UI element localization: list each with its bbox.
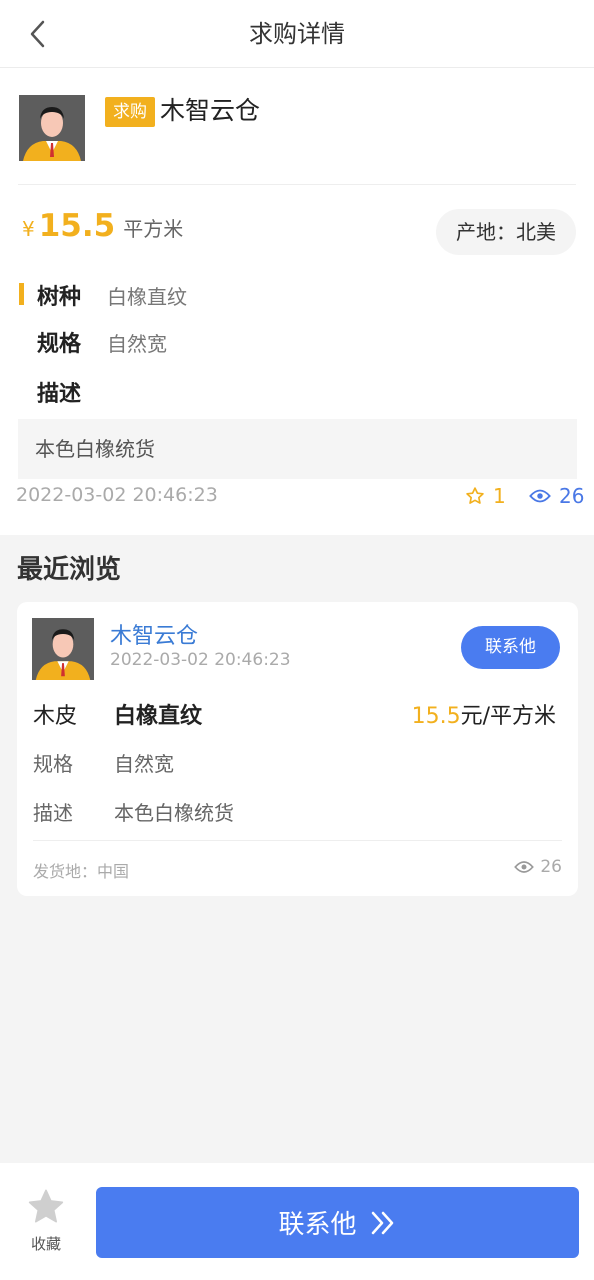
attr-label-spec: 规格 — [37, 332, 82, 357]
price-unit: 平方米 — [123, 217, 184, 241]
ship-from: 发货地：中国 — [33, 862, 130, 881]
divider — [33, 840, 562, 841]
card-spec-label: 规格 — [33, 752, 73, 776]
star-icon — [28, 1189, 64, 1223]
card-time: 2022-03-02 20:46:23 — [110, 650, 291, 670]
attr-marker — [19, 283, 24, 305]
card-species: 白橡直纹 — [114, 704, 203, 729]
eye-icon — [514, 861, 535, 873]
card-product-type: 木皮 — [33, 704, 78, 729]
card-price: 15.5元/平方米 — [412, 698, 556, 730]
attr-value-species: 白橡直纹 — [107, 285, 187, 309]
price-row: ¥ 15.5 平方米 — [22, 208, 183, 244]
card-price-number: 15.5 — [411, 704, 461, 729]
favorite-count[interactable]: 1 — [465, 484, 506, 508]
view-count-value: 26 — [559, 484, 585, 508]
description-box: 本色白橡统货 — [18, 419, 577, 479]
detail-section: 求购 木智云仓 ¥ 15.5 平方米 产地：北美 树种 白橡直纹 规格 自然宽 … — [0, 68, 594, 535]
divider — [18, 184, 576, 185]
card-price-unit: 元/平方米 — [460, 704, 556, 729]
contact-button-small[interactable]: 联系他 — [461, 626, 560, 669]
page-title: 求购详情 — [249, 20, 345, 48]
currency-symbol: ¥ — [22, 217, 35, 241]
publish-time: 2022-03-02 20:46:23 — [16, 484, 218, 506]
star-outline-icon — [466, 487, 484, 504]
view-count: 26 — [529, 484, 584, 508]
card-desc-label: 描述 — [33, 801, 73, 825]
card-company-name[interactable]: 木智云仓 — [110, 618, 198, 650]
card-desc-value: 本色白橡统货 — [114, 801, 234, 825]
avatar[interactable] — [19, 95, 85, 161]
person-icon — [32, 618, 94, 680]
collect-button[interactable]: 收藏 — [16, 1187, 76, 1257]
bottom-bar: 收藏 联系他 — [0, 1163, 594, 1280]
recent-title: 最近浏览 — [17, 555, 122, 585]
purchase-tag: 求购 — [105, 97, 155, 127]
attr-label-species: 树种 — [37, 285, 82, 310]
price-value: 15.5 — [38, 208, 116, 244]
contact-button[interactable]: 联系他 — [96, 1187, 579, 1258]
collect-label: 收藏 — [30, 1235, 61, 1253]
person-icon — [19, 95, 85, 161]
recent-card[interactable]: 木智云仓 2022-03-02 20:46:23 联系他 木皮 白橡直纹 15.… — [17, 602, 578, 896]
company-name: 木智云仓 — [160, 96, 261, 125]
attr-value-spec: 自然宽 — [107, 332, 167, 356]
contact-button-label: 联系他 — [278, 1210, 357, 1240]
favorite-count-value: 1 — [493, 484, 506, 508]
card-view-count-value: 26 — [540, 857, 562, 877]
card-view-count: 26 — [514, 857, 562, 877]
origin-badge: 产地：北美 — [436, 209, 576, 255]
double-chevron-right-icon — [371, 1211, 393, 1234]
card-spec-value: 自然宽 — [114, 752, 174, 776]
eye-icon — [529, 489, 551, 503]
card-avatar — [32, 618, 94, 680]
attr-label-desc: 描述 — [37, 382, 82, 407]
navbar: 求购详情 — [0, 0, 594, 68]
